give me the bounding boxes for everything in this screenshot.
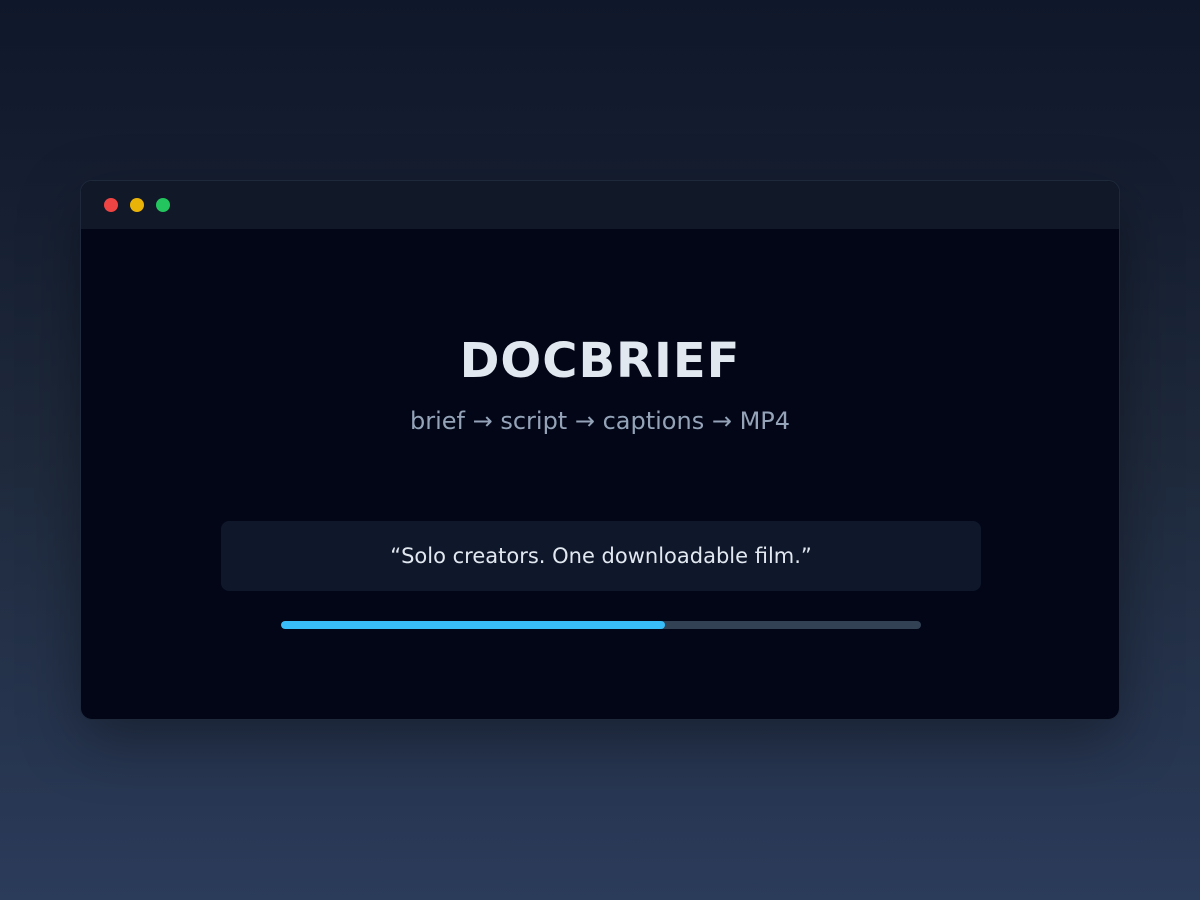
pipeline-subtitle: brief → script → captions → MP4 xyxy=(409,407,791,435)
maximize-window-button[interactable] xyxy=(156,198,170,212)
quote-card: “Solo creators. One downloadable film.” xyxy=(221,521,981,591)
minimize-window-button[interactable] xyxy=(130,198,144,212)
app-title: DOCBRIEF xyxy=(459,333,741,389)
quote-text: “Solo creators. One downloadable film.” xyxy=(390,544,812,568)
window-titlebar xyxy=(81,181,1119,229)
progress-bar xyxy=(281,621,921,629)
close-window-button[interactable] xyxy=(104,198,118,212)
progress-fill xyxy=(281,621,665,629)
app-window: DOCBRIEF brief → script → captions → MP4… xyxy=(80,180,1120,720)
